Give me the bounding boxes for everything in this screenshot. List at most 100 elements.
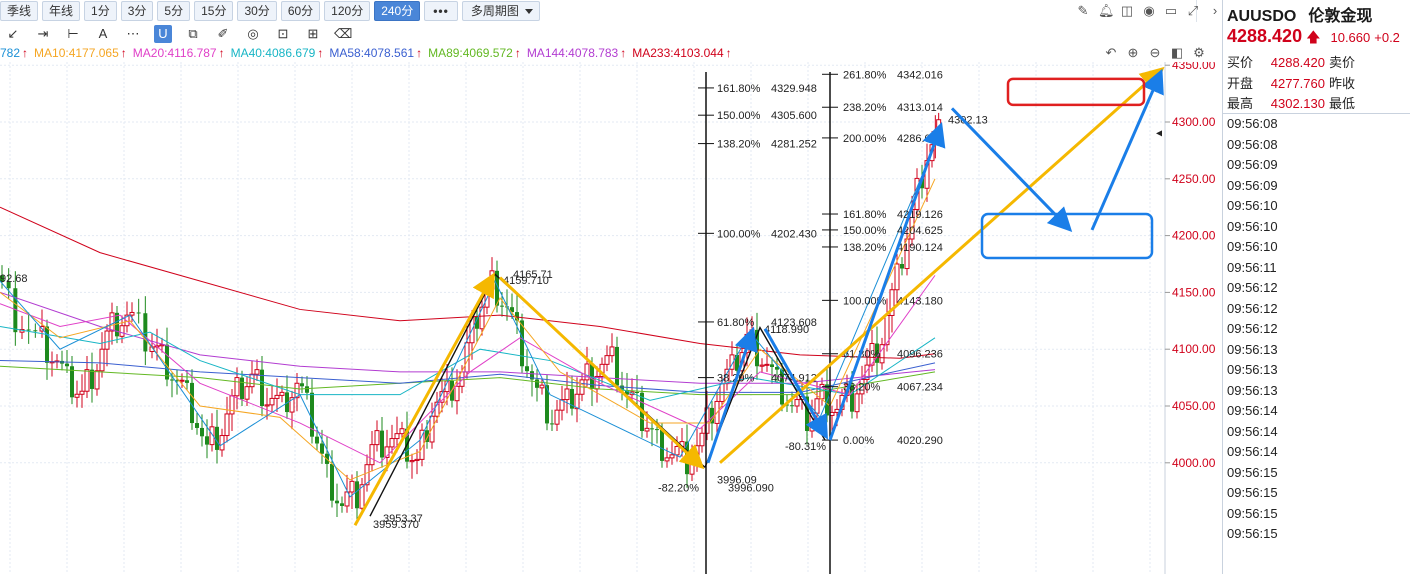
price-axis-label: 4050.00 <box>1172 399 1216 413</box>
camera-icon[interactable]: ◉ <box>1142 2 1156 20</box>
tick-time: 09:56:11 <box>1227 259 1277 275</box>
open-label: 开盘 <box>1227 76 1254 91</box>
ma-value: MA40:4086.679 ↑ <box>231 46 324 60</box>
fib-right-val: 4219.126 <box>897 209 943 221</box>
candle-down <box>33 330 38 332</box>
bid-value: 4288.420 <box>1270 55 1325 70</box>
chart-type-icon[interactable]: ◧ <box>1170 44 1184 62</box>
period-button[interactable]: 60分 <box>280 1 321 21</box>
tick-time: 09:56:10 <box>1227 198 1278 213</box>
kline-chart[interactable]: 4350.00 4300.00 4250.00 4200.00 4150.00 4100.… <box>0 58 1222 574</box>
candle-down <box>315 436 319 444</box>
period-button[interactable]: 120分 <box>324 1 371 21</box>
period-button[interactable]: 15分 <box>194 1 234 21</box>
grid-icon[interactable]: ⊞ <box>304 25 322 43</box>
candle-down <box>500 305 504 307</box>
magnet-icon[interactable]: U <box>154 25 172 43</box>
candle-down <box>65 363 69 367</box>
period-button[interactable]: 240分 <box>374 1 421 21</box>
ma-value: MA89:4069.572 ↑ <box>428 46 521 60</box>
monitor-icon[interactable]: ▭ <box>1164 2 1178 20</box>
candle-up <box>564 388 570 401</box>
up-arrow-icon: ↑ <box>725 46 732 60</box>
candle-up <box>554 409 560 425</box>
pen-icon[interactable]: ✎ <box>1076 2 1090 20</box>
more-tools-icon[interactable]: ⋯ <box>124 25 142 43</box>
candle-up <box>699 432 705 447</box>
candle-up <box>219 435 225 451</box>
candle-down <box>240 377 244 400</box>
fib-left-pct: -82.20% <box>658 482 699 494</box>
fib-right-pct: -80.31% <box>785 441 826 453</box>
pivot-low-label-2: 3959.370 <box>373 519 419 531</box>
brush-icon[interactable]: ✐ <box>214 25 232 43</box>
ma-value-text: MA58:4078.561 <box>329 46 415 60</box>
tick-time: 09:56:08 <box>1227 116 1278 131</box>
candle-up <box>539 384 545 389</box>
tick-time: 09:56:14 <box>1227 403 1278 418</box>
candle-down <box>535 379 539 388</box>
price-axis-label: 4100.00 <box>1172 342 1216 356</box>
undo-icon[interactable]: ↶ <box>1104 44 1118 62</box>
tick-list[interactable]: 09:56:08 09:56:08 09:56:09 09:56:09 09:56:10… <box>1227 114 1278 545</box>
multi-period-dropdown[interactable]: 多周期图 <box>461 1 540 21</box>
candle-up <box>584 363 590 381</box>
candle-down <box>170 379 174 381</box>
bell-icon[interactable]: 🔔︎ <box>1098 2 1115 20</box>
eraser-icon[interactable]: ⌫ <box>334 25 352 43</box>
fullscreen-icon[interactable]: ⤢ <box>1186 2 1200 20</box>
fib-right-pct: 161.80% <box>843 209 887 221</box>
symbol-header: AUUSDO 伦敦金现 <box>1227 2 1372 26</box>
period-button[interactable]: 年线 <box>42 1 81 21</box>
span-tool-icon[interactable]: ⇥ <box>34 25 52 43</box>
price-axis-label: 4300.00 <box>1172 115 1216 129</box>
measure-tool-icon[interactable]: ⊢ <box>64 25 82 43</box>
tick-time: 09:56:12 <box>1227 300 1278 316</box>
candle-up <box>119 325 125 337</box>
candle-down <box>90 369 94 389</box>
period-button[interactable]: 3分 <box>120 1 154 21</box>
quote-row-high: 最高 4302.130 最低 <box>1227 93 1355 112</box>
candle-down <box>45 326 49 363</box>
candle-up <box>74 393 80 398</box>
candle-up <box>759 364 765 367</box>
fib-right-val: 4190.124 <box>897 242 943 254</box>
blue-arrow-1 <box>706 326 758 464</box>
tick-time: 09:56:10 <box>1227 218 1278 234</box>
screenshot-icon[interactable]: ◫ <box>1120 2 1134 20</box>
candle-up <box>99 348 105 372</box>
candle-down <box>305 386 309 393</box>
period-button[interactable]: 1分 <box>84 1 117 21</box>
period-button[interactable]: 30分 <box>237 1 277 21</box>
up-arrow-icon: ↑ <box>416 46 423 60</box>
price-change: 10.660 <box>1330 30 1371 45</box>
ma-value-text: MA89:4069.572 <box>428 46 513 60</box>
last-price: 4288.420 <box>1227 26 1303 46</box>
candle-down <box>195 423 199 428</box>
kline-chart-canvas[interactable]: 4350.00 4300.00 4250.00 4200.00 4150.00 4100.… <box>0 58 1222 574</box>
candle-up <box>79 390 85 395</box>
more-periods-button[interactable]: ••• <box>424 1 458 21</box>
zoom-out-icon[interactable]: ⊖ <box>1148 44 1162 62</box>
collapse-icon[interactable]: › <box>1208 2 1222 20</box>
candle-down <box>770 364 774 367</box>
candle-down <box>26 329 31 331</box>
candle-down <box>790 405 794 407</box>
eye-icon[interactable]: ◎ <box>244 25 262 43</box>
ask-label: 卖价 <box>1329 55 1356 70</box>
period-button[interactable]: 季线 <box>0 1 39 21</box>
lock-icon[interactable]: ⊡ <box>274 25 292 43</box>
last-price-marker-icon <box>1156 130 1162 137</box>
price-change-pct: +0.2 <box>1374 30 1400 45</box>
settings-icon[interactable]: ⚙ <box>1192 44 1206 62</box>
candle-down <box>340 503 344 506</box>
tick-time: 09:56:15 <box>1227 505 1278 521</box>
zoom-in-icon[interactable]: ⊕ <box>1126 44 1140 62</box>
candle-down <box>650 428 654 430</box>
tick-time: 09:56:08 <box>1227 136 1278 152</box>
text-tool-icon[interactable]: A <box>94 25 112 43</box>
line-tool-icon[interactable]: ↙ <box>4 25 22 43</box>
layers-icon[interactable]: ⧉ <box>184 25 202 43</box>
top-right-tools: ✎ 🔔︎ ◫ ◉ ▭ ⤢ › <box>1076 2 1222 20</box>
period-button[interactable]: 5分 <box>157 1 191 21</box>
